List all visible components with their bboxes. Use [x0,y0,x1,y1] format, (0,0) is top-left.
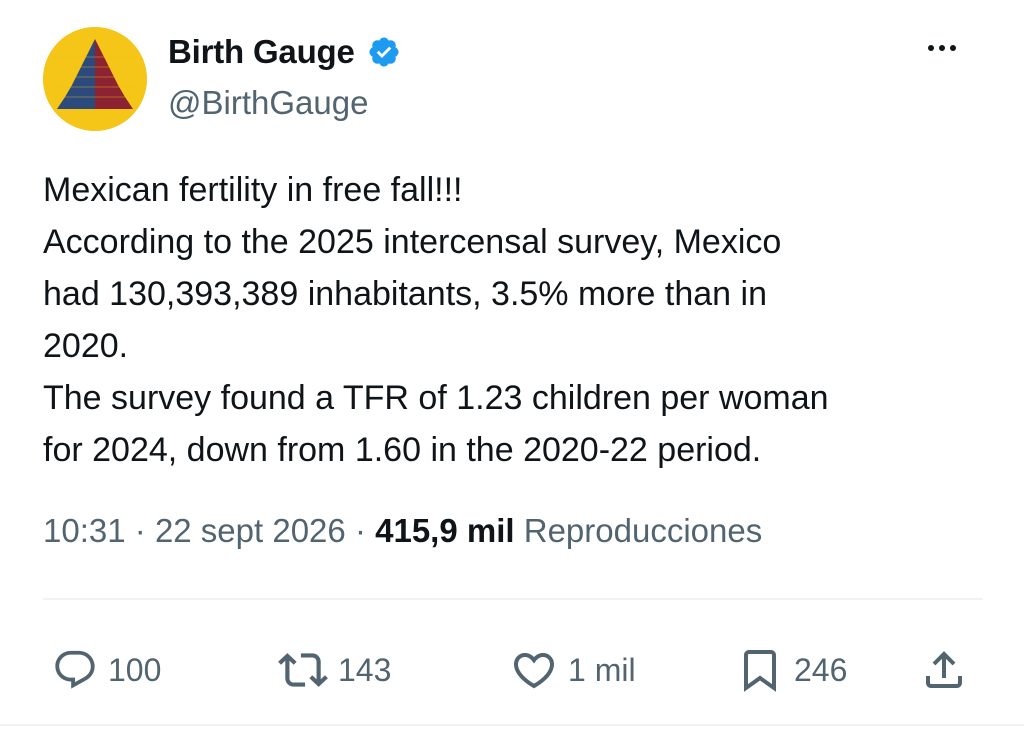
tweet-date[interactable]: 22 sept 2026 [155,512,346,549]
bottom-divider [0,724,1024,726]
retweet-count: 143 [338,651,392,688]
like-button[interactable]: 1 mil [510,640,636,700]
bookmark-count: 246 [794,651,848,688]
bookmark-button[interactable]: 246 [736,640,847,700]
reply-count: 100 [108,651,162,688]
reply-icon [55,650,95,689]
share-button[interactable] [920,640,968,700]
tweet-line: 2020. [43,327,129,365]
meta-separator: · [354,512,366,549]
reply-button[interactable]: 100 [52,640,161,700]
bookmark-icon [744,650,776,692]
display-name[interactable]: Birth Gauge [168,33,355,71]
tweet-text: Mexican fertility in free fall!!! Accord… [43,164,983,476]
like-count: 1 mil [568,651,636,688]
views-count: 415,9 mil [375,512,515,549]
heart-icon [513,653,555,689]
retweet-icon [278,653,328,687]
tweet-line: had 130,393,389 inhabitants, 3.5% more t… [43,275,767,313]
handle[interactable]: @BirthGauge [168,84,368,122]
verified-badge-icon [369,37,399,67]
tweet-line: for 2024, down from 1.60 in the 2020-22 … [43,431,762,469]
tweet-line: According to the 2025 intercensal survey… [43,223,782,261]
more-options-icon[interactable] [918,38,966,58]
tweet-meta: 10:31 · 22 sept 2026 · 415,9 mil Reprodu… [43,506,762,556]
share-icon [926,651,962,688]
meta-separator: · [134,512,146,549]
tweet-line: Mexican fertility in free fall!!! [43,171,463,209]
tweet-time[interactable]: 10:31 [43,512,126,549]
views-label: Reproducciones [523,512,763,549]
action-bar: 100 143 1 mil 246 [0,640,1024,700]
author-name-row[interactable]: Birth Gauge [168,30,401,74]
tweet-line: The survey found a TFR of 1.23 children … [43,379,829,417]
avatar[interactable] [43,27,147,131]
population-pyramid-icon [43,27,147,131]
retweet-button[interactable]: 143 [278,640,391,700]
divider [43,598,983,600]
